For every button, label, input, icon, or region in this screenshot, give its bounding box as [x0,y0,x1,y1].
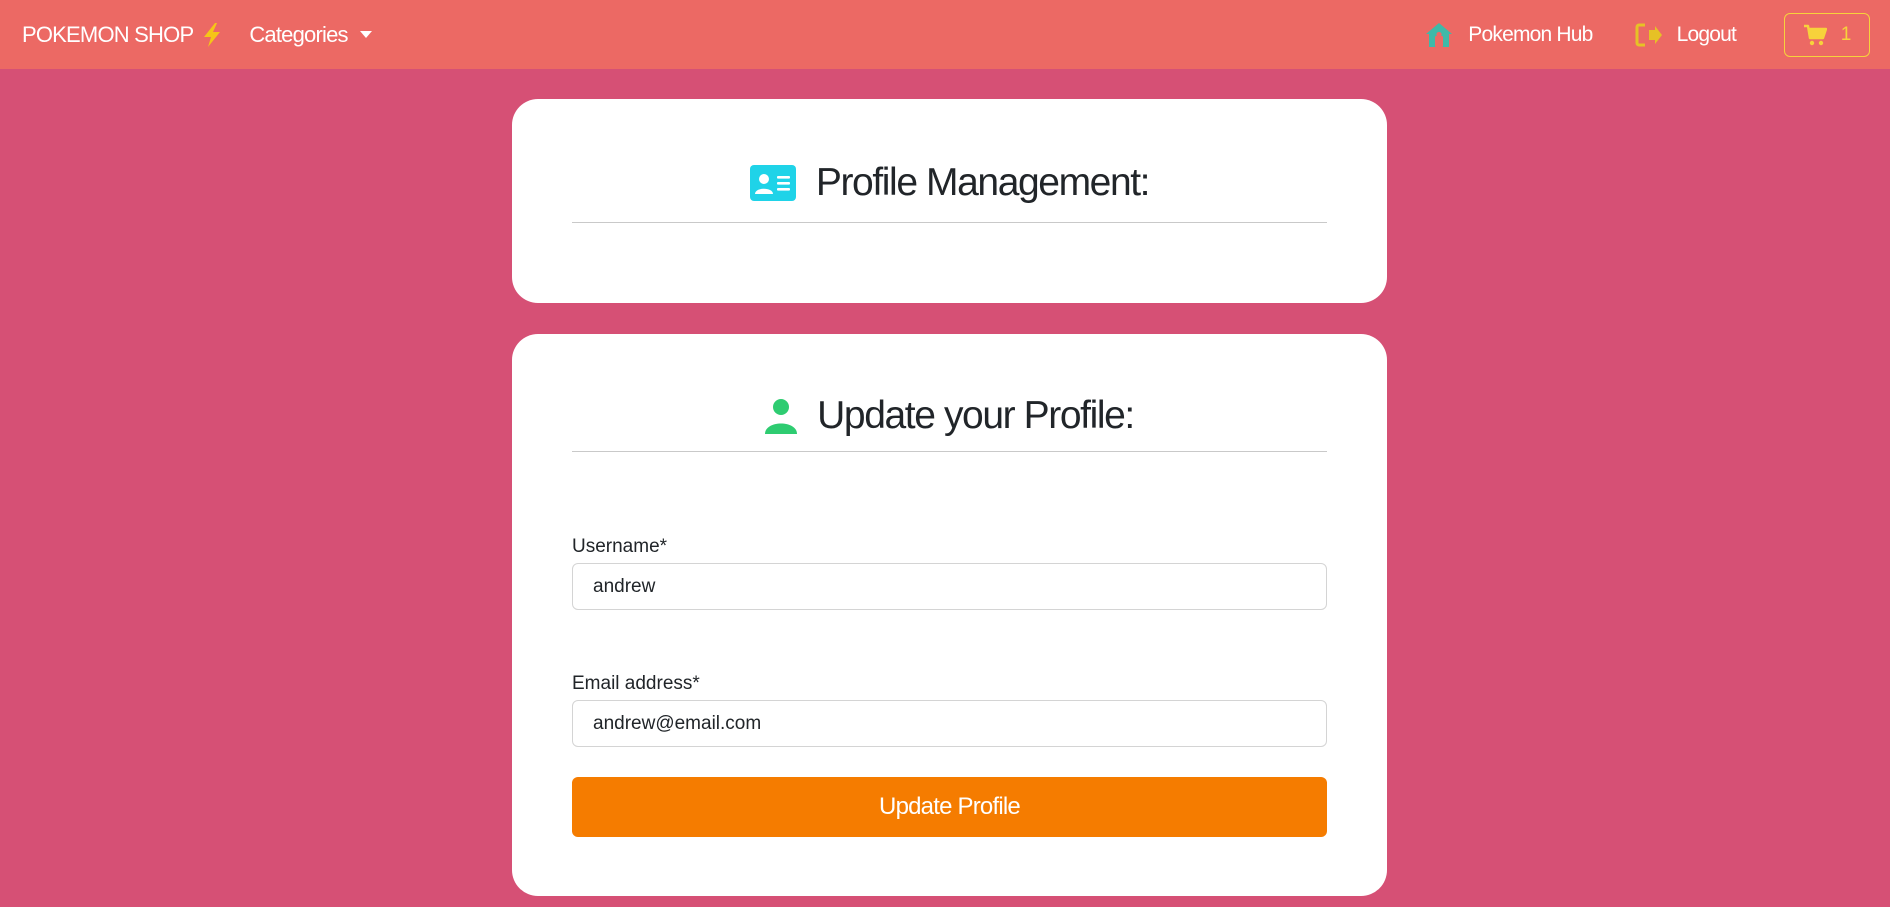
profile-management-card: Profile Management: [512,99,1387,303]
divider [572,451,1327,452]
update-profile-card: Update your Profile: Username* Email add… [512,334,1387,896]
username-input[interactable] [572,563,1327,610]
logout-label: Logout [1676,22,1737,46]
profile-management-title: Profile Management: [815,161,1151,204]
username-label: Username* [572,536,668,557]
divider [572,222,1327,223]
brand-label: POKEMON SHOP [22,21,194,47]
update-profile-button[interactable]: Update Profile [572,777,1327,837]
categories-dropdown[interactable]: Categories [249,21,372,48]
lightning-bolt-icon [204,22,221,47]
house-icon [1426,22,1453,47]
email-input[interactable] [572,700,1327,747]
profile-management-heading: Profile Management: [572,157,1327,209]
cart-icon [1803,24,1827,45]
logout-link[interactable]: Logout [1635,22,1737,47]
navbar-left: POKEMON SHOP Categories [22,0,372,69]
id-card-icon [749,165,796,201]
cart-count: 1 [1840,23,1852,45]
pokemon-hub-link[interactable]: Pokemon Hub [1424,22,1593,48]
pokemon-hub-label: Pokemon Hub [1468,22,1593,46]
update-profile-heading: Update your Profile: [572,390,1327,442]
categories-label: Categories [249,21,348,47]
navbar-right: Pokemon Hub Logout 1 [1424,0,1870,69]
update-profile-title: Update your Profile: [817,394,1135,437]
chevron-down-icon [359,31,372,38]
cart-button[interactable]: 1 [1784,12,1870,57]
top-navbar: POKEMON SHOP Categories Pokemon Hub Logo… [0,0,1890,69]
brand-link[interactable]: POKEMON SHOP [22,22,223,48]
sign-out-icon [1635,23,1662,46]
email-label: Email address* [572,673,700,694]
user-icon [765,399,798,434]
